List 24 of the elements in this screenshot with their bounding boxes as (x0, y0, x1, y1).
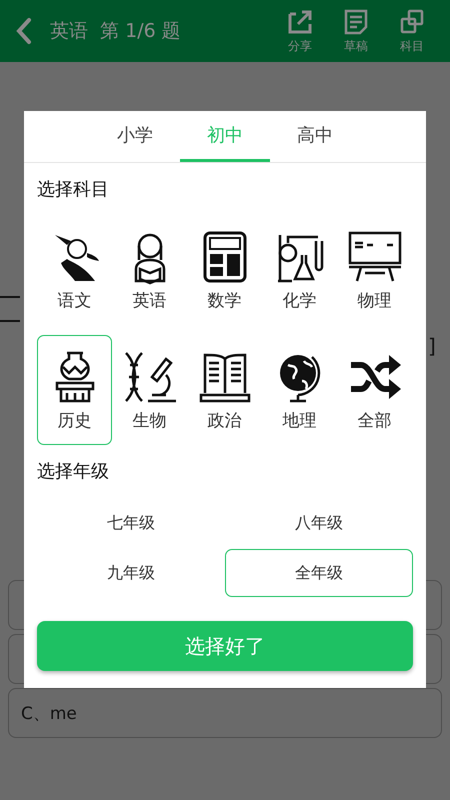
level-tab[interactable]: 高中 (270, 111, 360, 162)
subject-option[interactable]: 英语 (112, 215, 187, 325)
bracket-text: ] (428, 334, 436, 358)
grade-option[interactable]: 八年级 (225, 499, 413, 547)
subject-option[interactable]: 物理 (337, 215, 412, 325)
subject-option[interactable]: 数学 (187, 215, 262, 325)
section-heading: 选择年级 (36, 460, 110, 483)
share-icon (286, 8, 314, 36)
subject-option[interactable]: 语文 (37, 215, 112, 325)
level-tab[interactable]: 小学 (90, 111, 180, 162)
subject-option[interactable]: 全部 (337, 335, 412, 445)
page-title: 英语 第 1/6 题 (50, 19, 182, 44)
subject-option[interactable]: 生物 (112, 335, 187, 445)
note-icon (343, 8, 369, 36)
section-heading: 选择科目 (36, 178, 110, 201)
grade-option[interactable]: 全年级 (225, 549, 413, 597)
grade-option[interactable]: 九年级 (37, 549, 225, 597)
subject-option[interactable]: 历史 (37, 335, 112, 445)
grade-option[interactable]: 七年级 (37, 499, 225, 547)
subject-option[interactable]: 化学 (262, 215, 337, 325)
copy-icon (399, 8, 425, 36)
subject-option[interactable]: 政治 (187, 335, 262, 445)
back-icon[interactable] (14, 17, 34, 45)
subject-option[interactable]: 地理 (262, 335, 337, 445)
